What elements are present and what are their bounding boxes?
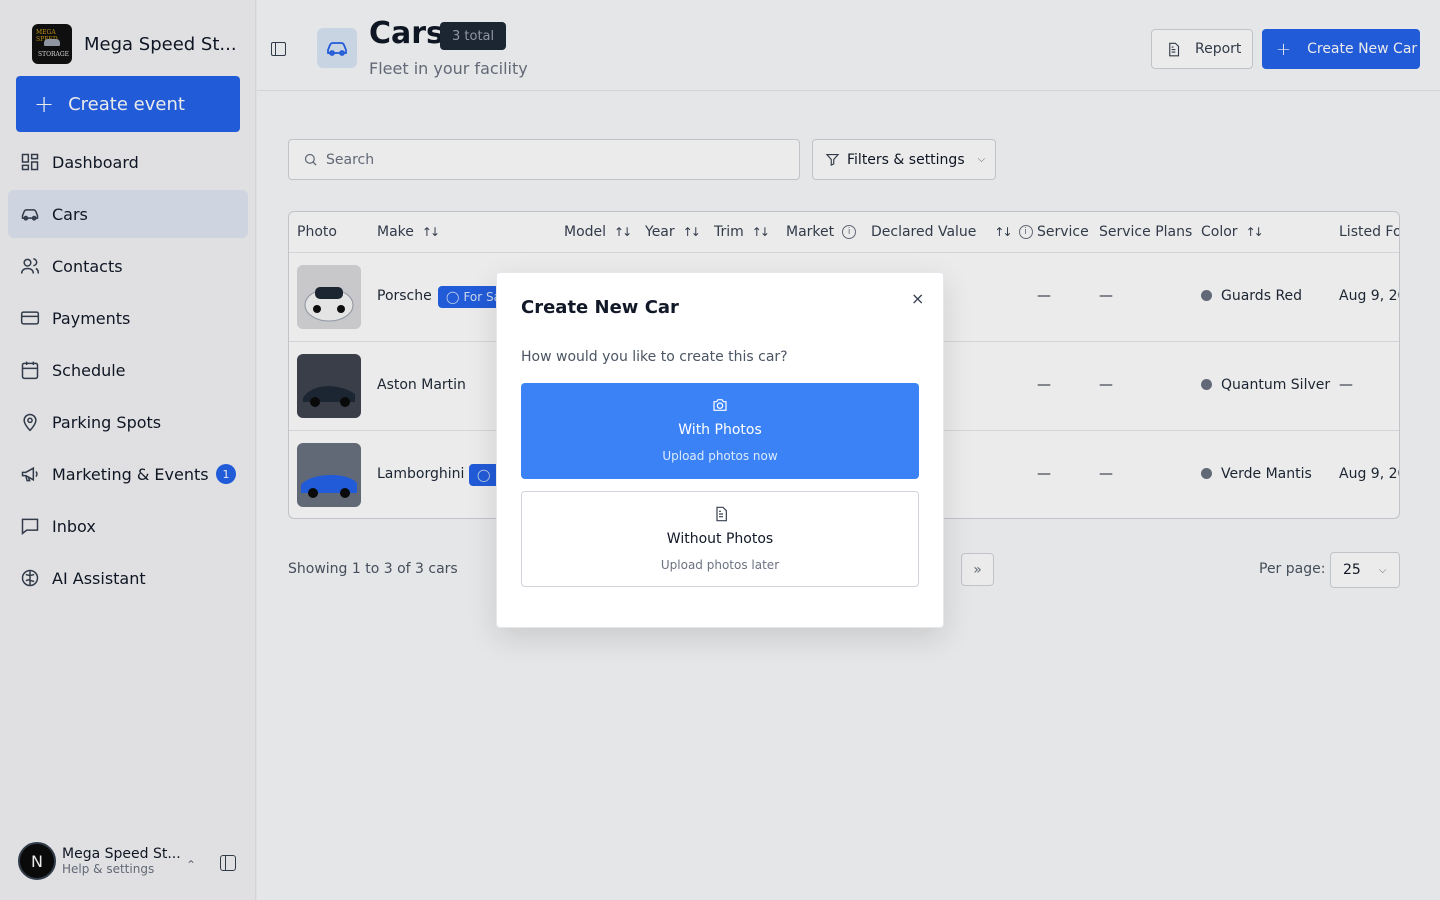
camera-icon	[713, 399, 727, 411]
option-title: Without Photos	[666, 531, 774, 547]
option-title: With Photos	[678, 422, 762, 438]
option-subtitle: Upload photos later	[660, 558, 780, 572]
file-text-icon	[716, 506, 727, 522]
with-photos-option[interactable]: With Photos Upload photos now	[521, 383, 919, 479]
dialog-title: Create New Car	[521, 297, 679, 318]
close-icon[interactable]: ×	[911, 289, 924, 308]
without-photos-option[interactable]: Without Photos Upload photos later	[521, 491, 919, 587]
dialog-question: How would you like to create this car?	[521, 349, 788, 365]
option-subtitle: Upload photos now	[662, 449, 778, 463]
create-car-dialog: Create New Car × How would you like to c…	[496, 272, 944, 628]
